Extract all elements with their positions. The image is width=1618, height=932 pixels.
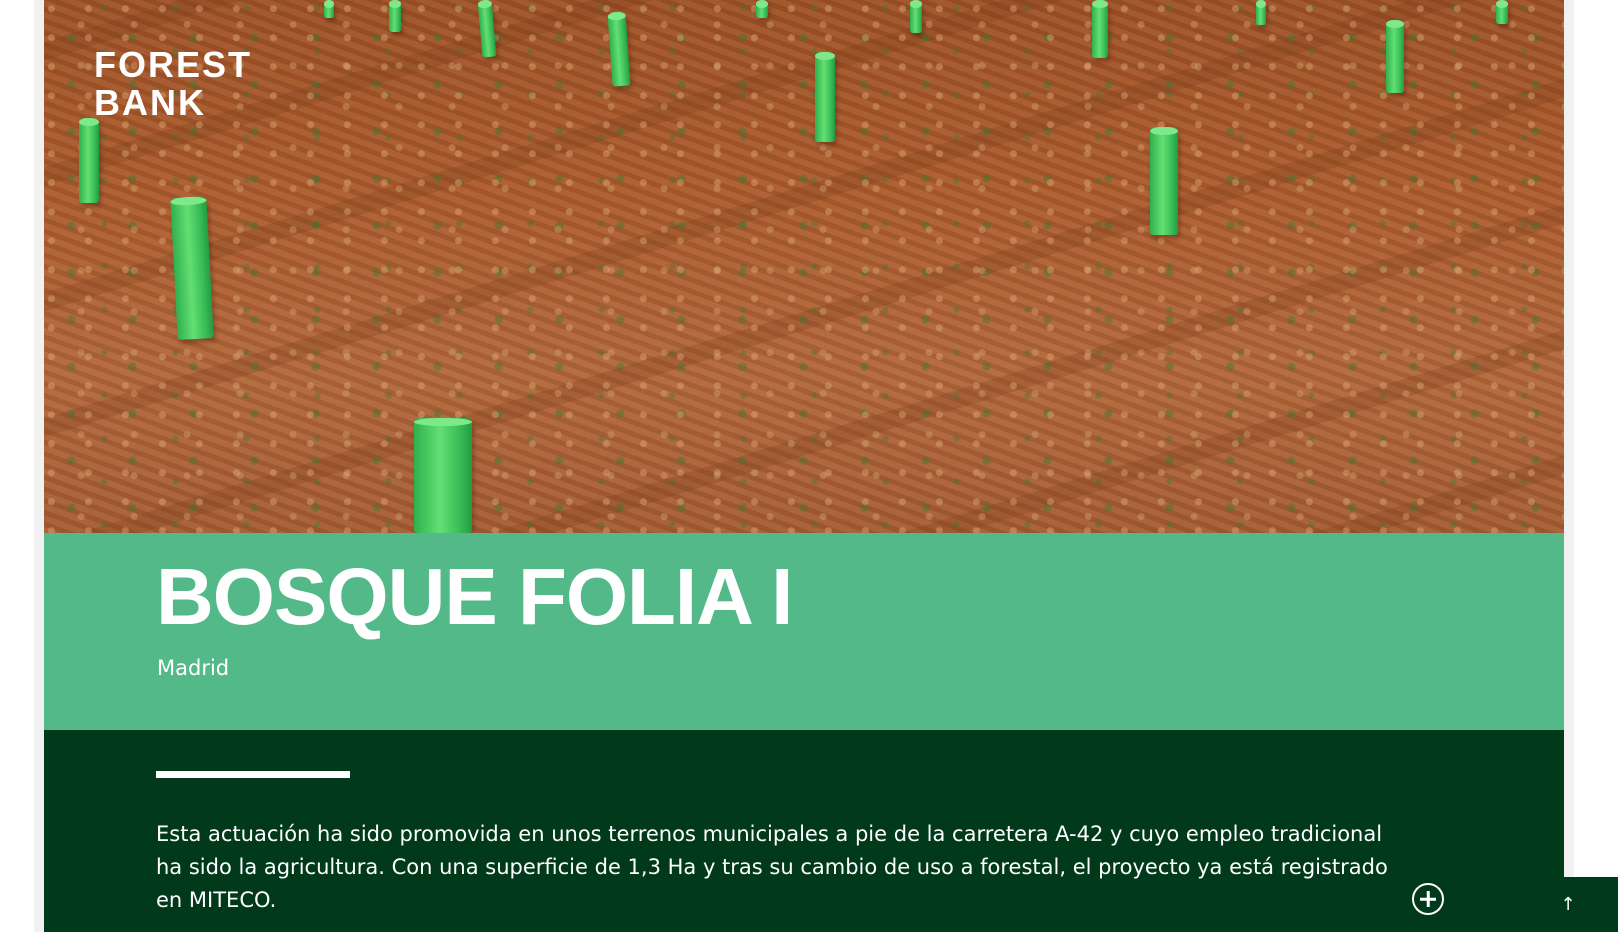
tree-shelter (607, 11, 631, 87)
scroll-to-top-button[interactable]: ↑ (1518, 877, 1618, 932)
logo-line-2: BANK (94, 82, 206, 123)
expand-more-plus-icon[interactable] (1412, 883, 1444, 915)
hero-image-planted-field: FOREST BANK (44, 0, 1564, 533)
page-margin-right (1564, 0, 1574, 932)
tree-shelter (1092, 0, 1108, 58)
tree-shelter (1150, 127, 1178, 235)
page-margin-left (34, 0, 44, 932)
tree-shelter (389, 0, 401, 32)
tree-shelter (477, 0, 497, 58)
tree-shelter (1256, 0, 1266, 25)
tree-shelter (815, 52, 835, 142)
tree-shelter (756, 0, 768, 18)
arrow-up-icon: ↑ (1560, 894, 1576, 915)
tree-shelter (170, 196, 214, 340)
tree-shelter (910, 0, 922, 33)
project-title: BOSQUE FOLIA I (156, 552, 793, 641)
tree-shelter (79, 118, 99, 203)
tree-shelter (1386, 20, 1404, 93)
accent-divider (156, 771, 350, 778)
tree-shelter (414, 418, 472, 533)
tree-shelter (1496, 0, 1508, 24)
project-card: FOREST BANK BOSQUE FOLIA I Madrid Esta a… (44, 0, 1564, 932)
logo-line-1: FOREST (94, 44, 253, 85)
tree-shelter (324, 0, 334, 18)
forest-bank-logo[interactable]: FOREST BANK (94, 46, 252, 122)
project-location: Madrid (157, 656, 230, 680)
project-description: Esta actuación ha sido promovida en unos… (156, 822, 1388, 912)
